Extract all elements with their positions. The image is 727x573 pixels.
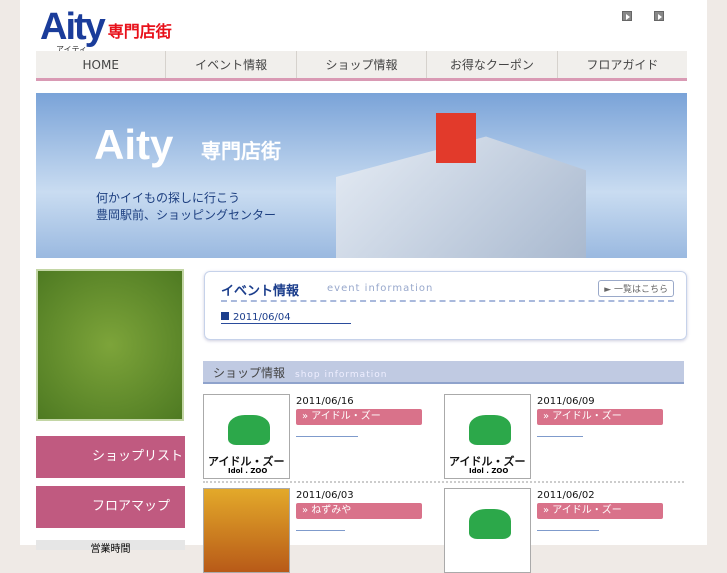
- hours-heading: 営業時間: [36, 540, 185, 555]
- banner-tagline: 何かイイもの探しに行こう: [96, 191, 241, 205]
- shop-thumb[interactable]: アイドル・ズー Idol . ZOO: [444, 394, 531, 479]
- nav-floor-guide[interactable]: フロアガイド: [558, 51, 687, 78]
- shop-card: 2011/06/03 » ねずみや: [203, 488, 433, 573]
- event-panel: イベント情報 event information ► 一覧はこちら 2011/0…: [204, 271, 687, 340]
- nav-shop[interactable]: ショップ情報: [297, 51, 428, 78]
- thumb-sub: Idol . ZOO: [228, 467, 268, 475]
- shop-title: ショップ情報: [213, 366, 286, 380]
- shop-date: 2011/06/02: [537, 490, 595, 501]
- logo-sub: 専門店街: [107, 22, 172, 41]
- underline: [296, 530, 345, 531]
- dog-logo-icon: [469, 415, 511, 445]
- underline: [537, 530, 599, 531]
- divider: [203, 481, 684, 483]
- banner-sub: 専門店街: [201, 139, 281, 163]
- dog-logo-icon: [228, 415, 270, 445]
- shop-header: ショップ情報 shop information: [203, 361, 684, 384]
- nav-home[interactable]: HOME: [36, 51, 167, 78]
- play-icon[interactable]: [622, 11, 632, 21]
- banner-title: Aity: [94, 121, 174, 168]
- banner-tagline-2: 豊岡駅前、ショッピングセンター: [96, 208, 277, 222]
- shop-card: アイドル・ズー Idol . ZOO 2011/06/09 » アイドル・ズー: [444, 394, 674, 479]
- shop-link[interactable]: » アイドル・ズー: [296, 409, 422, 425]
- play-icon[interactable]: [654, 11, 664, 21]
- underline: [537, 436, 583, 437]
- floor-map-button[interactable]: フロアマップ: [36, 486, 185, 528]
- shop-card: アイドル・ズー Idol . ZOO 2011/06/16 » アイドル・ズー: [203, 394, 433, 479]
- divider: [221, 300, 674, 302]
- shop-link[interactable]: » ねずみや: [296, 503, 422, 519]
- event-title: イベント情報: [221, 284, 300, 299]
- main-nav: HOME イベント情報 ショップ情報 お得なクーポン フロアガイド: [36, 51, 687, 81]
- shop-card: 2011/06/02 » アイドル・ズー: [444, 488, 674, 573]
- logo[interactable]: Aity アイティ 専門店街: [40, 6, 172, 54]
- shop-date: 2011/06/09: [537, 396, 595, 407]
- view-all-button[interactable]: ► 一覧はこちら: [598, 280, 674, 297]
- shop-link[interactable]: » アイドル・ズー: [537, 503, 663, 519]
- logo-text: Aity: [40, 6, 106, 48]
- shop-date: 2011/06/03: [296, 490, 354, 501]
- underline: [296, 436, 358, 437]
- shop-list-button[interactable]: ショップリスト: [36, 436, 185, 478]
- event-link[interactable]: 2011/06/04: [221, 312, 351, 324]
- nav-coupon[interactable]: お得なクーポン: [427, 51, 558, 78]
- event-subtitle: event information: [327, 283, 434, 294]
- shop-thumb[interactable]: [444, 488, 531, 573]
- shop-thumb[interactable]: アイドル・ズー Idol . ZOO: [203, 394, 290, 479]
- promo-image[interactable]: [36, 269, 184, 421]
- shop-link[interactable]: » アイドル・ズー: [537, 409, 663, 425]
- building-tower: [436, 113, 476, 163]
- shop-subtitle: shop information: [295, 370, 388, 380]
- hero-banner: Aity 専門店街 何かイイもの探しに行こう 豊岡駅前、ショッピングセンター: [36, 93, 687, 258]
- shop-date: 2011/06/16: [296, 396, 354, 407]
- shop-thumb[interactable]: [203, 488, 290, 573]
- nav-event[interactable]: イベント情報: [166, 51, 297, 78]
- thumb-sub: Idol . ZOO: [469, 467, 509, 475]
- dog-logo-icon: [469, 509, 511, 539]
- page: Aity アイティ 専門店街 HOME イベント情報 ショップ情報 お得なクーポ…: [20, 0, 707, 573]
